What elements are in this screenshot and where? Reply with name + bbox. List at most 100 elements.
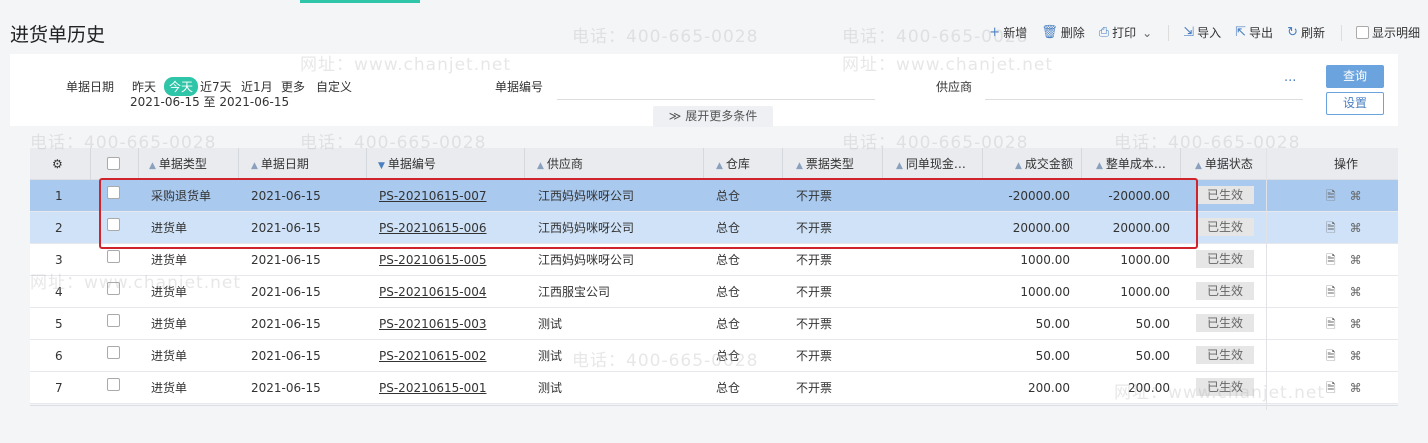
cell-total-cost: 1000.00 — [1120, 285, 1170, 299]
row-checkbox[interactable] — [107, 314, 120, 327]
more-actions-icon[interactable]: ⌘ — [1350, 253, 1362, 267]
view-doc-icon[interactable]: 🗎 — [1326, 221, 1336, 235]
view-doc-icon[interactable]: 🗎 — [1326, 381, 1336, 395]
cell-total-cost: 1000.00 — [1120, 253, 1170, 267]
header-doc-no[interactable]: ▼ 单据编号 — [378, 148, 436, 180]
column-divider — [1081, 148, 1082, 180]
column-divider — [90, 148, 91, 180]
view-doc-icon[interactable]: 🗎 — [1326, 285, 1336, 299]
more-actions-icon[interactable]: ⌘ — [1350, 317, 1362, 331]
cell-warehouse: 总仓 — [716, 317, 741, 331]
sort-icon: ▲ — [1015, 161, 1022, 171]
status-badge: 已生效 — [1196, 186, 1254, 204]
status-badge: 已生效 — [1196, 346, 1254, 364]
row-index: 1 — [55, 189, 63, 203]
import-icon: ⇲ — [1183, 25, 1195, 40]
more-actions-icon[interactable]: ⌘ — [1350, 189, 1362, 203]
supplier-picker-icon[interactable]: ··· — [1284, 74, 1296, 89]
date-option-custom[interactable]: 自定义 — [316, 78, 352, 95]
print-button[interactable]: ⎙ 打印 ⌄ — [1099, 24, 1152, 41]
cell-doc-date: 2021-06-15 — [251, 221, 321, 235]
more-actions-icon[interactable]: ⌘ — [1350, 221, 1362, 235]
table-row[interactable]: 7 进货单 2021-06-15 PS-20210615-001 测试 总仓 不开票 200.… — [30, 372, 1398, 404]
cell-doc-no-link[interactable]: PS-20210615-003 — [379, 308, 487, 340]
more-actions-icon[interactable]: ⌘ — [1350, 381, 1362, 395]
row-ops: 🗎 ⌘ — [1326, 180, 1376, 212]
table-row[interactable]: 6 进货单 2021-06-15 PS-20210615-002 测试 总仓 不开票 50.0… — [30, 340, 1398, 372]
import-button[interactable]: ⇲ 导入 — [1183, 24, 1221, 41]
view-doc-icon[interactable]: 🗎 — [1326, 253, 1336, 267]
row-checkbox[interactable] — [107, 218, 120, 231]
header-supplier[interactable]: ▲ 供应商 — [537, 148, 583, 180]
cell-supplier: 测试 — [538, 317, 563, 331]
select-all-checkbox[interactable] — [107, 157, 120, 170]
table-row[interactable]: 4 进货单 2021-06-15 PS-20210615-004 江西服宝公司 总仓 不开票… — [30, 276, 1398, 308]
doc-no-label: 单据编号 — [495, 80, 544, 94]
row-index: 6 — [55, 349, 63, 363]
more-actions-icon[interactable]: ⌘ — [1350, 349, 1362, 363]
delete-button[interactable]: 🗑 删除 — [1041, 24, 1085, 41]
cell-doc-no-link[interactable]: PS-20210615-002 — [379, 340, 487, 372]
view-doc-icon[interactable]: 🗎 — [1326, 189, 1336, 203]
status-badge: 已生效 — [1196, 378, 1254, 396]
cell-doc-date: 2021-06-15 — [251, 381, 321, 395]
cell-doc-no-link[interactable]: PS-20210615-005 — [379, 244, 487, 276]
sort-icon: ▲ — [251, 161, 258, 171]
view-doc-icon[interactable]: 🗎 — [1326, 349, 1336, 363]
select-all-checkbox-cell[interactable] — [107, 148, 120, 180]
show-detail-toggle[interactable]: 显示明细 — [1355, 24, 1420, 41]
print-label: 打印 — [1112, 26, 1137, 40]
table-row[interactable]: 3 进货单 2021-06-15 PS-20210615-005 江西妈妈咪呀公司 总仓 不… — [30, 244, 1398, 276]
view-doc-icon[interactable]: 🗎 — [1326, 317, 1336, 331]
supplier-input[interactable] — [985, 98, 1303, 100]
cell-doc-date: 2021-06-15 — [251, 189, 321, 203]
column-divider — [1180, 148, 1181, 180]
header-invoice-type[interactable]: ▲ 票据类型 — [796, 148, 854, 180]
import-label: 导入 — [1197, 26, 1222, 40]
settings-button[interactable]: 设置 — [1326, 92, 1384, 115]
export-button[interactable]: ⇱ 导出 — [1235, 24, 1273, 41]
cell-deal-amount: -20000.00 — [1008, 189, 1070, 203]
table-row[interactable]: 1 采购退货单 2021-06-15 PS-20210615-007 江西妈妈咪呀公司 总… — [30, 180, 1398, 212]
plus-icon: + — [989, 25, 1001, 40]
sort-icon: ▲ — [896, 161, 903, 171]
row-checkbox[interactable] — [107, 378, 120, 391]
cell-doc-no-link[interactable]: PS-20210615-006 — [379, 212, 487, 244]
header-warehouse[interactable]: ▲ 仓库 — [716, 148, 750, 180]
cell-total-cost: 20000.00 — [1112, 221, 1170, 235]
header-same-cash[interactable]: ▲ 同单现金… — [896, 148, 966, 180]
more-actions-icon[interactable]: ⌘ — [1350, 285, 1362, 299]
table-row[interactable]: 5 进货单 2021-06-15 PS-20210615-003 测试 总仓 不开票 50.0… — [30, 308, 1398, 340]
cell-deal-amount: 1000.00 — [1020, 285, 1070, 299]
column-settings-icon[interactable]: ⚙ — [52, 148, 63, 180]
cell-supplier: 江西妈妈咪呀公司 — [538, 253, 635, 267]
row-checkbox[interactable] — [107, 250, 120, 263]
query-button[interactable]: 查询 — [1326, 65, 1384, 88]
header-deal-amount[interactable]: ▲ 成交金额 — [1015, 148, 1073, 180]
header-total-cost[interactable]: ▲ 整单成本… — [1096, 148, 1166, 180]
header-doc-date[interactable]: ▲ 单据日期 — [251, 148, 309, 180]
refresh-button[interactable]: ↻ 刷新 — [1287, 24, 1325, 41]
cell-doc-type: 进货单 — [151, 285, 188, 299]
row-index: 7 — [55, 381, 63, 395]
cell-supplier: 江西妈妈咪呀公司 — [538, 221, 635, 235]
cell-doc-no-link[interactable]: PS-20210615-007 — [379, 180, 487, 212]
row-checkbox[interactable] — [107, 186, 120, 199]
sort-icon: ▲ — [149, 161, 156, 171]
cell-doc-no-link[interactable]: PS-20210615-001 — [379, 372, 487, 404]
doc-no-input[interactable] — [557, 98, 875, 100]
header-doc-status[interactable]: ▲ 单据状态 — [1195, 148, 1253, 180]
show-detail-checkbox[interactable] — [1355, 26, 1369, 39]
header-ops: 操作 — [1334, 157, 1359, 171]
expand-more-conditions-button[interactable]: ≫ 展开更多条件 — [653, 106, 773, 127]
row-checkbox[interactable] — [107, 282, 120, 295]
row-checkbox[interactable] — [107, 346, 120, 359]
header-doc-type[interactable]: ▲ 单据类型 — [149, 148, 207, 180]
cell-doc-no-link[interactable]: PS-20210615-004 — [379, 276, 487, 308]
cell-deal-amount: 1000.00 — [1020, 253, 1070, 267]
status-badge: 已生效 — [1196, 314, 1254, 332]
new-button[interactable]: + 新增 — [989, 24, 1027, 41]
cell-doc-type: 进货单 — [151, 253, 188, 267]
watermark-phone: 电话：400-665-0028 — [572, 27, 759, 47]
table-row[interactable]: 2 进货单 2021-06-15 PS-20210615-006 江西妈妈咪呀公司 总仓 不… — [30, 212, 1398, 244]
